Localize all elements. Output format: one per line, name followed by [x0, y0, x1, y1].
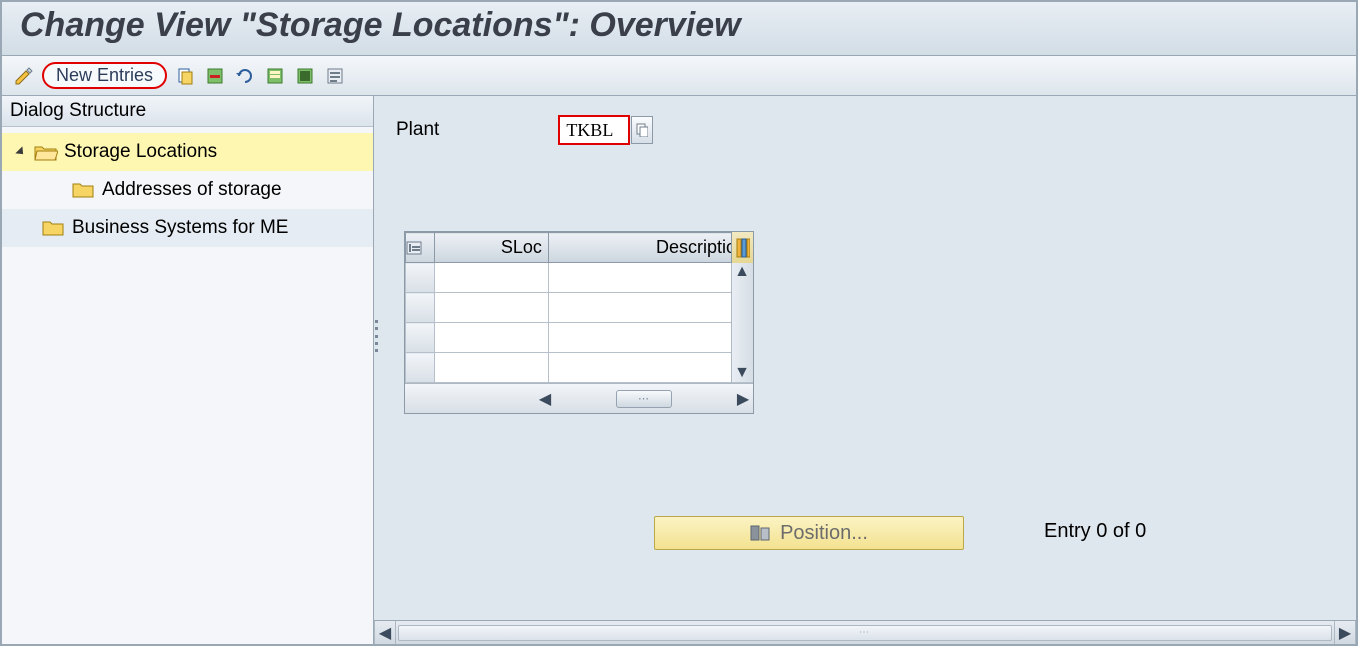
entry-count-text: Entry 0 of 0 — [1044, 520, 1146, 543]
content-area: Plant — [374, 96, 1356, 644]
toolbar: New Entries — [2, 56, 1356, 96]
scroll-handle[interactable]: ⋯ — [616, 390, 672, 408]
table-settings-icon[interactable] — [731, 232, 753, 263]
copy-as-icon[interactable] — [173, 65, 197, 87]
page-title: Change View "Storage Locations": Overvie… — [20, 6, 1338, 45]
undo-icon[interactable] — [233, 65, 257, 87]
toggle-change-icon[interactable] — [12, 65, 36, 87]
row-selector-header[interactable] — [406, 233, 435, 263]
table-row — [406, 323, 753, 353]
row-selector[interactable] — [406, 353, 435, 383]
cell-sloc[interactable] — [435, 293, 548, 323]
scrollbar-track[interactable]: ⋯ — [398, 625, 1332, 641]
scroll-up-icon[interactable]: ▲ — [732, 263, 752, 281]
sidebar-header: Dialog Structure — [2, 96, 373, 127]
folder-open-icon — [34, 144, 56, 160]
table-row — [406, 263, 753, 293]
cell-sloc[interactable] — [435, 263, 548, 293]
content-horizontal-scrollbar[interactable]: ◀ ⋯ ▶ — [374, 620, 1356, 644]
tree-node-addresses[interactable]: Addresses of storage — [2, 171, 373, 209]
select-block-icon[interactable] — [293, 65, 317, 87]
table-row — [406, 293, 753, 323]
vertical-scrollbar[interactable]: ▲ ▼ — [731, 263, 753, 382]
delete-icon[interactable] — [203, 65, 227, 87]
folder-icon — [72, 182, 94, 198]
f4-help-button[interactable] — [631, 116, 653, 144]
splitter-handle[interactable] — [373, 316, 379, 356]
body: Dialog Structure Storage Locations Addre… — [2, 96, 1356, 644]
select-all-icon[interactable] — [263, 65, 287, 87]
grid-horizontal-scrollbar[interactable]: ◀ ⋯ ▶ — [405, 383, 753, 413]
position-label: Position... — [780, 522, 868, 545]
scroll-left-icon[interactable]: ◀ — [374, 621, 396, 644]
column-description[interactable]: Description — [548, 233, 752, 263]
new-entries-button[interactable]: New Entries — [42, 62, 167, 89]
tree-label: Addresses of storage — [102, 179, 282, 201]
position-icon — [750, 524, 770, 542]
plant-field-row: Plant — [396, 116, 653, 144]
dialog-structure-tree: Storage Locations Addresses of storage B… — [2, 127, 373, 253]
position-button[interactable]: Position... — [654, 516, 964, 550]
scroll-right-icon[interactable]: ▶ — [733, 390, 753, 408]
folder-icon — [42, 220, 64, 236]
cell-description[interactable] — [548, 323, 752, 353]
cell-sloc[interactable] — [435, 323, 548, 353]
table-row — [406, 353, 753, 383]
tree-label: Storage Locations — [64, 141, 217, 163]
titlebar: Change View "Storage Locations": Overvie… — [2, 2, 1356, 56]
deselect-all-icon[interactable] — [323, 65, 347, 87]
tree-label: Business Systems for ME — [72, 217, 288, 239]
tree-node-business-systems[interactable]: Business Systems for ME — [2, 209, 373, 247]
row-selector[interactable] — [406, 323, 435, 353]
sap-window: Change View "Storage Locations": Overvie… — [0, 0, 1358, 646]
scroll-right-icon[interactable]: ▶ — [1334, 621, 1356, 644]
storage-locations-grid: SLoc Description ▲ ▼ — [404, 231, 754, 414]
cell-description[interactable] — [548, 263, 752, 293]
tree-node-storage-locations[interactable]: Storage Locations — [2, 133, 373, 171]
cell-sloc[interactable] — [435, 353, 548, 383]
row-selector[interactable] — [406, 263, 435, 293]
plant-label: Plant — [396, 119, 439, 141]
scroll-left-icon[interactable]: ◀ — [535, 390, 555, 408]
scroll-down-icon[interactable]: ▼ — [732, 364, 752, 382]
sidebar: Dialog Structure Storage Locations Addre… — [2, 96, 374, 644]
plant-input[interactable] — [559, 116, 629, 144]
column-sloc[interactable]: SLoc — [435, 233, 548, 263]
row-selector[interactable] — [406, 293, 435, 323]
cell-description[interactable] — [548, 293, 752, 323]
caret-icon[interactable] — [15, 146, 26, 157]
cell-description[interactable] — [548, 353, 752, 383]
